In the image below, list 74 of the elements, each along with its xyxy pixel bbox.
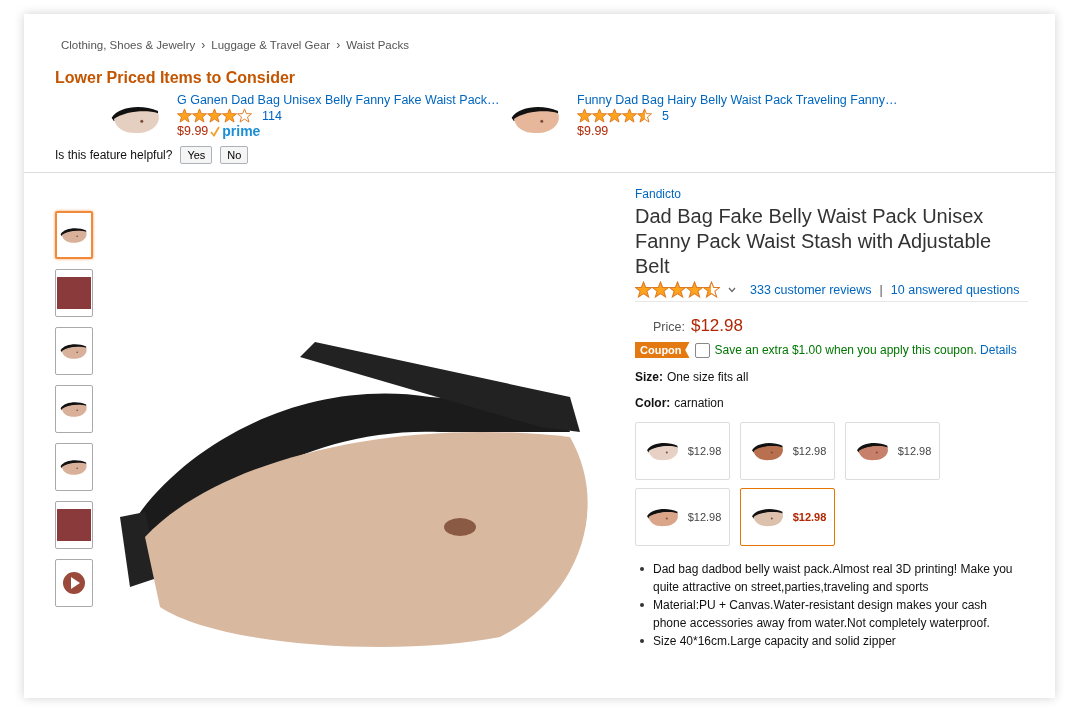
star-icon (622, 108, 637, 123)
bullet-dot (640, 639, 644, 643)
product-title: Dad Bag Fake Belly Waist Pack Unisex Fanny Pack Waist Stash with Adjustable Belt (635, 204, 993, 279)
star-icon (207, 108, 222, 123)
thumbnail-button[interactable] (55, 385, 93, 433)
star-icon (686, 281, 703, 298)
breadcrumb-separator: › (201, 38, 206, 52)
reviews-link[interactable]: 333 customer reviews (750, 282, 872, 297)
chevron-down-icon (728, 286, 736, 293)
prime-label: prime (222, 125, 261, 137)
color-label: Color: (635, 396, 671, 410)
star-icon (635, 281, 652, 298)
price: $9.99 (577, 124, 609, 138)
feature-text: Dad bag dadbod belly waist pack.Almost real 3D printing! Make you quite attractive on street,parties,traveling and sports (653, 561, 1014, 596)
questions-link[interactable]: 10 answered questions (890, 282, 1020, 297)
star-icon (703, 281, 720, 298)
breadcrumb-link[interactable]: Waist Packs (346, 39, 409, 51)
option-price: $12.98 (792, 511, 827, 523)
breadcrumb-separator: › (336, 38, 341, 52)
color-option-button[interactable]: $12.98 (635, 422, 730, 480)
feedback-question: Is this feature helpful? (55, 148, 173, 162)
thumbnail-button[interactable] (55, 327, 93, 375)
section-heading: Lower Priced Items to Consider (55, 69, 297, 87)
breadcrumb-link[interactable]: Luggage & Travel Gear (211, 39, 331, 51)
star-icon (192, 108, 207, 123)
star-icon (592, 108, 607, 123)
thumbnail-button[interactable] (55, 501, 93, 549)
review-count-link[interactable]: 114 (262, 108, 282, 123)
feedback-button[interactable]: No (220, 146, 249, 164)
play-icon (60, 569, 88, 597)
check-icon (210, 125, 221, 137)
product-link[interactable]: G Ganen Dad Bag Unisex Belly Fanny Fake Waist Pack… (177, 93, 500, 107)
breadcrumb-link[interactable]: Clothing, Shoes & Jewelry (61, 39, 196, 51)
thumbnail-button[interactable] (55, 443, 93, 491)
option-price: $12.98 (687, 445, 722, 457)
coupon-checkbox[interactable] (694, 342, 710, 358)
color-option-button[interactable]: $12.98 (845, 422, 940, 480)
price-label: Price: (653, 320, 685, 334)
product-link[interactable]: Funny Dad Bag Hairy Belly Waist Pack Traveling Fanny… (577, 93, 898, 107)
coupon-text: Save an extra $1.00 when you apply this coupon. Details (714, 343, 1017, 357)
review-count-link[interactable]: 5 (662, 108, 669, 123)
price: $12.98 (690, 316, 743, 336)
color-option-button[interactable]: $12.98 (740, 488, 835, 546)
star-icon (669, 281, 686, 298)
color-option-button[interactable]: $12.98 (740, 422, 835, 480)
option-price: $12.98 (792, 445, 827, 457)
price: $9.99 (177, 124, 209, 138)
star-icon (637, 108, 652, 123)
option-price: $12.98 (687, 511, 722, 523)
feedback-button[interactable]: Yes (180, 146, 213, 164)
details-link[interactable]: Details (980, 343, 1017, 357)
star-icon (177, 108, 192, 123)
color-value: carnation (674, 396, 724, 410)
option-price: $12.98 (897, 445, 932, 457)
star-icon (237, 108, 252, 123)
star-icon (652, 281, 669, 298)
thumbnail-button[interactable] (55, 269, 93, 317)
size-value: One size fits all (667, 370, 749, 384)
thumbnail-button[interactable] (55, 559, 93, 607)
photo-placeholder (57, 509, 91, 541)
coupon-badge: Coupon (635, 342, 690, 358)
brand-link[interactable]: Fandicto (635, 187, 1028, 201)
photo-placeholder (57, 277, 91, 309)
feature-text: Material:PU + Canvas.Water-resistant design makes your cash phone accessories away from water.Not completely waterproof. (653, 597, 991, 632)
bullet-dot (640, 567, 644, 571)
bullet-dot (640, 603, 644, 607)
thumbnail-button[interactable] (55, 211, 93, 259)
star-icon (607, 108, 622, 123)
separator: | (879, 282, 883, 297)
feature-text: Size 40*16cm.Large capacity and solid zipper (653, 633, 896, 650)
star-icon (577, 108, 592, 123)
size-label: Size: (635, 370, 663, 384)
star-icon (222, 108, 237, 123)
color-option-button[interactable]: $12.98 (635, 488, 730, 546)
